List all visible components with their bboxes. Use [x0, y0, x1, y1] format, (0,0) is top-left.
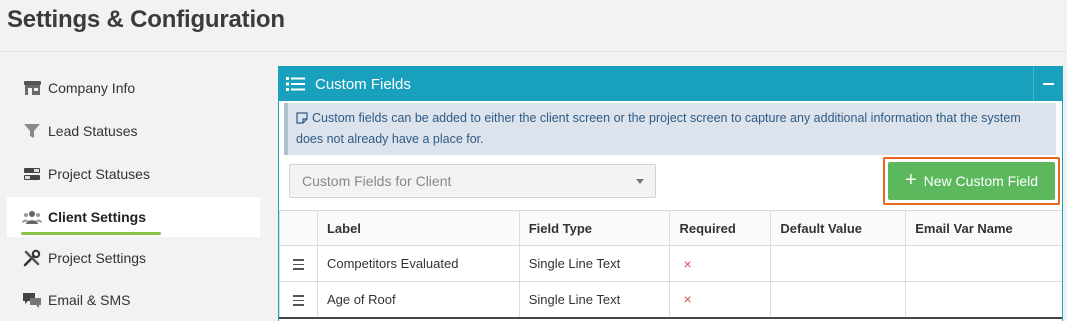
column-header-default-value[interactable]: Default Value — [770, 210, 907, 246]
minus-icon — [1042, 83, 1054, 85]
new-custom-field-highlight: + New Custom Field — [883, 157, 1060, 205]
funnel-icon — [22, 122, 42, 140]
collapse-button[interactable] — [1033, 67, 1062, 101]
sidebar-item-client-settings[interactable]: Client Settings — [7, 197, 260, 237]
chevron-down-icon — [636, 179, 644, 184]
cell-email-var-name — [905, 245, 1062, 282]
sticky-note-icon — [296, 111, 308, 130]
sidebar-item-label: Project Settings — [48, 250, 147, 266]
table-row[interactable]: Age of Roof Single Line Text × — [279, 281, 1062, 319]
sidebar-item-email-sms[interactable]: Email & SMS — [7, 282, 260, 318]
chat-bubbles-icon — [22, 291, 42, 309]
new-custom-field-label: New Custom Field — [923, 173, 1039, 189]
column-header-required[interactable]: Required — [669, 210, 772, 246]
page-header: Settings & Configuration — [0, 0, 1067, 52]
table-row[interactable]: Competitors Evaluated Single Line Text × — [279, 245, 1062, 282]
cell-field-type: Single Line Text — [518, 245, 671, 282]
custom-fields-panel: Custom Fields Custom fields can be added… — [278, 66, 1063, 321]
sidebar-item-project-settings[interactable]: Project Settings — [7, 240, 260, 276]
panel-header: Custom Fields — [279, 67, 1062, 101]
page-title: Settings & Configuration — [7, 6, 285, 33]
x-mark-icon: × — [683, 255, 692, 272]
sidebar-item-label: Email & SMS — [48, 292, 131, 308]
column-header-field-type[interactable]: Field Type — [518, 210, 671, 246]
sidebar-item-label: Company Info — [48, 80, 136, 96]
x-mark-icon: × — [683, 291, 692, 308]
new-custom-field-button[interactable]: + New Custom Field — [888, 162, 1055, 200]
drag-handle-icon[interactable] — [292, 295, 304, 306]
cell-required: × — [669, 245, 772, 282]
cell-email-var-name — [905, 281, 1062, 319]
sidebar-item-label: Project Statuses — [48, 166, 150, 182]
cell-label: Age of Roof — [316, 281, 520, 319]
plus-icon: + — [904, 169, 917, 191]
toolbar: Custom Fields for Client + New Custom Fi… — [279, 155, 1062, 205]
cell-label: Competitors Evaluated — [316, 245, 520, 282]
tools-icon — [22, 249, 42, 267]
users-icon — [22, 208, 42, 226]
sidebar-item-lead-statuses[interactable]: Lead Statuses — [7, 113, 260, 149]
drag-handle-icon[interactable] — [292, 259, 304, 270]
column-header-email-var-name[interactable]: Email Var Name — [905, 210, 1062, 246]
cell-field-type: Single Line Text — [518, 281, 671, 319]
sidebar-item-label: Client Settings — [48, 209, 147, 225]
column-header-drag — [279, 210, 318, 246]
toggles-icon — [22, 165, 42, 183]
cell-default-value — [770, 281, 907, 319]
info-callout: Custom fields can be added to either the… — [284, 103, 1056, 155]
table-header-row: Label Field Type Required Default Value … — [279, 210, 1062, 246]
list-icon — [286, 76, 306, 92]
drag-handle[interactable] — [279, 245, 318, 282]
store-icon — [22, 79, 42, 97]
custom-fields-table: Label Field Type Required Default Value … — [279, 210, 1062, 319]
custom-fields-scope-select[interactable]: Custom Fields for Client — [289, 164, 656, 198]
cell-required: × — [669, 281, 772, 319]
sidebar-item-label: Lead Statuses — [48, 123, 138, 139]
active-indicator — [21, 232, 161, 235]
info-text: Custom fields can be added to either the… — [296, 111, 1021, 146]
drag-handle[interactable] — [279, 281, 318, 319]
sidebar-item-project-statuses[interactable]: Project Statuses — [7, 156, 260, 192]
column-header-label[interactable]: Label — [316, 210, 520, 246]
sidebar-item-company-info[interactable]: Company Info — [7, 70, 260, 106]
cell-default-value — [770, 245, 907, 282]
panel-title: Custom Fields — [315, 75, 411, 93]
select-value: Custom Fields for Client — [302, 173, 452, 189]
